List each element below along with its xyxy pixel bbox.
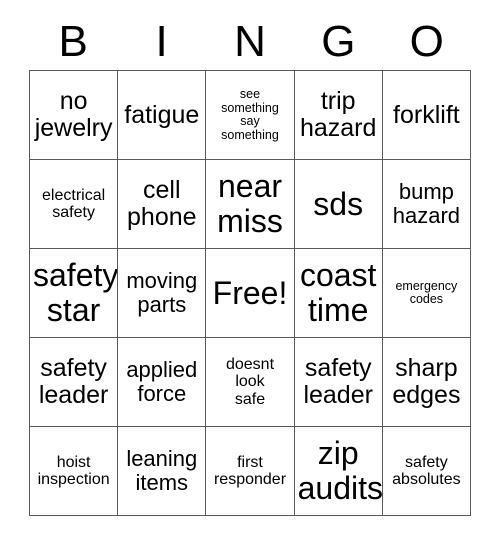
bingo-cell-g3[interactable]: coast time — [294, 249, 383, 338]
bingo-cell-label: safety star — [33, 257, 119, 328]
bingo-cell-label: bump hazard — [392, 179, 461, 228]
bingo-cell-label: trip hazard — [299, 87, 377, 142]
bingo-cell-label: safety leader — [38, 354, 109, 409]
bingo-cell-label: near miss — [217, 168, 283, 239]
bingo-cell-label: leaning items — [126, 446, 198, 495]
header-letter-g: G — [321, 17, 356, 66]
bingo-cell-g5[interactable]: zip audits — [294, 427, 383, 516]
header-letter-i: I — [155, 17, 168, 66]
bingo-cell-label: cell phone — [127, 176, 197, 231]
bingo-cell-b1[interactable]: no jewelry — [30, 71, 119, 160]
bingo-cell-label: safety leader — [303, 354, 373, 409]
bingo-cell-label: coast time — [299, 257, 377, 328]
bingo-card: B I N G O no jewelry fatigue see somethi… — [29, 0, 471, 516]
bingo-grid: no jewelry fatigue see something say som… — [29, 70, 471, 516]
bingo-cell-n4[interactable]: doesnt look safe — [206, 338, 295, 427]
bingo-cell-label: electrical safety — [42, 186, 106, 221]
bingo-cell-g4[interactable]: safety leader — [294, 338, 383, 427]
bingo-cell-label: applied force — [126, 357, 198, 406]
bingo-cell-b5[interactable]: hoist inspection — [30, 427, 119, 516]
bingo-cell-i2[interactable]: cell phone — [118, 160, 207, 249]
bingo-cell-label: no jewelry — [34, 87, 113, 142]
header-letter-o: O — [409, 17, 444, 66]
bingo-cell-label: sds — [313, 185, 364, 222]
bingo-cell-o3[interactable]: emergency codes — [382, 249, 471, 338]
bingo-cell-o2[interactable]: bump hazard — [382, 160, 471, 249]
bingo-cell-label: fatigue — [124, 100, 200, 129]
bingo-cell-g2[interactable]: sds — [294, 160, 383, 249]
bingo-cell-label: emergency codes — [395, 278, 458, 306]
bingo-cell-i3[interactable]: moving parts — [118, 249, 207, 338]
bingo-cell-o4[interactable]: sharp edges — [382, 338, 471, 427]
bingo-cell-label: forklift — [393, 100, 460, 129]
bingo-cell-label: moving parts — [126, 268, 198, 317]
bingo-cell-i1[interactable]: fatigue — [118, 71, 207, 160]
bingo-cell-label: doesnt look safe — [225, 356, 275, 408]
bingo-cell-free-space[interactable]: Free! — [206, 249, 295, 338]
bingo-cell-label: hoist inspection — [37, 453, 110, 488]
bingo-cell-b3[interactable]: safety star — [30, 249, 119, 338]
bingo-header-row: B I N G O — [29, 0, 471, 70]
bingo-cell-b4[interactable]: safety leader — [30, 338, 119, 427]
bingo-cell-i5[interactable]: leaning items — [118, 427, 207, 516]
bingo-cell-label: zip audits — [297, 435, 383, 506]
header-letter-n: N — [234, 17, 266, 66]
free-space-label: Free! — [212, 274, 288, 311]
bingo-cell-o5[interactable]: safety absolutes — [382, 427, 471, 516]
bingo-cell-n2[interactable]: near miss — [206, 160, 295, 249]
bingo-cell-label: first responder — [213, 453, 287, 488]
bingo-cell-n1[interactable]: see something say something — [206, 71, 295, 160]
bingo-cell-o1[interactable]: forklift — [382, 71, 471, 160]
bingo-cell-g1[interactable]: trip hazard — [294, 71, 383, 160]
header-letter-b: B — [58, 17, 88, 66]
bingo-cell-i4[interactable]: applied force — [118, 338, 207, 427]
bingo-cell-label: sharp edges — [392, 354, 461, 409]
bingo-cell-label: see something say something — [221, 87, 279, 142]
bingo-cell-n5[interactable]: first responder — [206, 427, 295, 516]
bingo-cell-label: safety absolutes — [392, 453, 461, 488]
bingo-cell-b2[interactable]: electrical safety — [30, 160, 119, 249]
